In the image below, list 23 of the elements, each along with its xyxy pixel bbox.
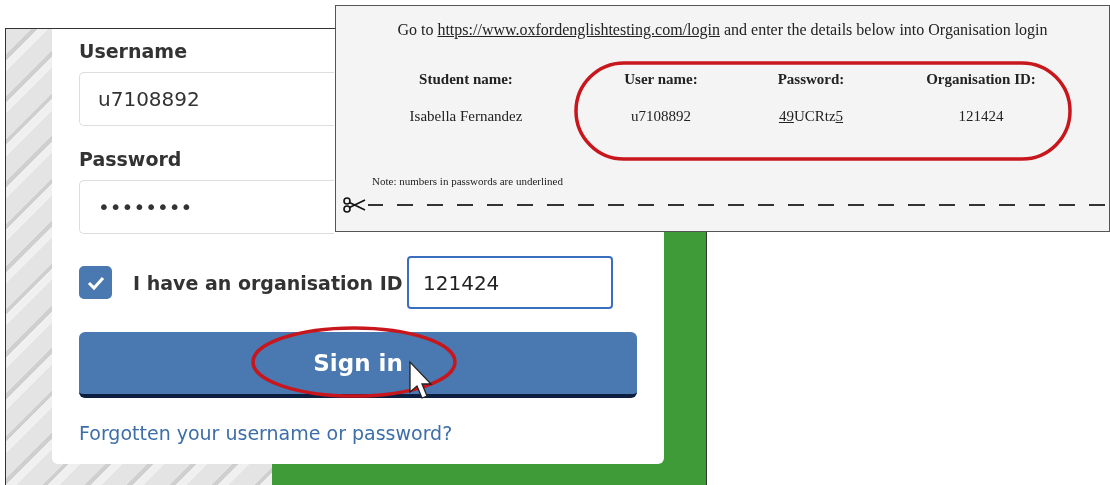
column-header: Password: <box>777 71 845 88</box>
login-link[interactable]: https://www.oxfordenglishtesting.com/login <box>437 21 720 38</box>
organisation-id-field[interactable]: 121424 <box>407 256 613 309</box>
cursor-icon <box>409 360 433 399</box>
column-value: 121424 <box>958 108 1004 125</box>
forgotten-link[interactable]: Forgotten your username or password? <box>79 422 453 444</box>
check-icon <box>85 274 106 291</box>
checkbox[interactable] <box>79 266 112 299</box>
checkbox-label: I have an organisation ID <box>133 271 404 294</box>
instruction-text: Go to https://www.oxfordenglishtesting.com/login and enter the details below into Organisation login <box>396 21 1049 39</box>
field-label: Username <box>79 40 188 62</box>
column-value: Isabella Fernandez <box>409 108 523 125</box>
column-header: Student name: <box>419 71 513 88</box>
sign-in-button[interactable]: Sign in <box>79 332 637 398</box>
input-field[interactable]: u7108892 <box>79 72 334 126</box>
scissors-icon <box>342 197 366 213</box>
column-value: 49UCRtz5 <box>778 108 844 125</box>
note-text: Note: numbers in passwords are underlined <box>372 175 563 187</box>
field-label: Password <box>79 148 182 170</box>
column-header: User name: <box>624 71 698 88</box>
column-value: u7108892 <box>631 108 691 125</box>
column-header: Organisation ID: <box>926 71 1036 88</box>
input-field[interactable]: •••••••• <box>79 180 334 234</box>
